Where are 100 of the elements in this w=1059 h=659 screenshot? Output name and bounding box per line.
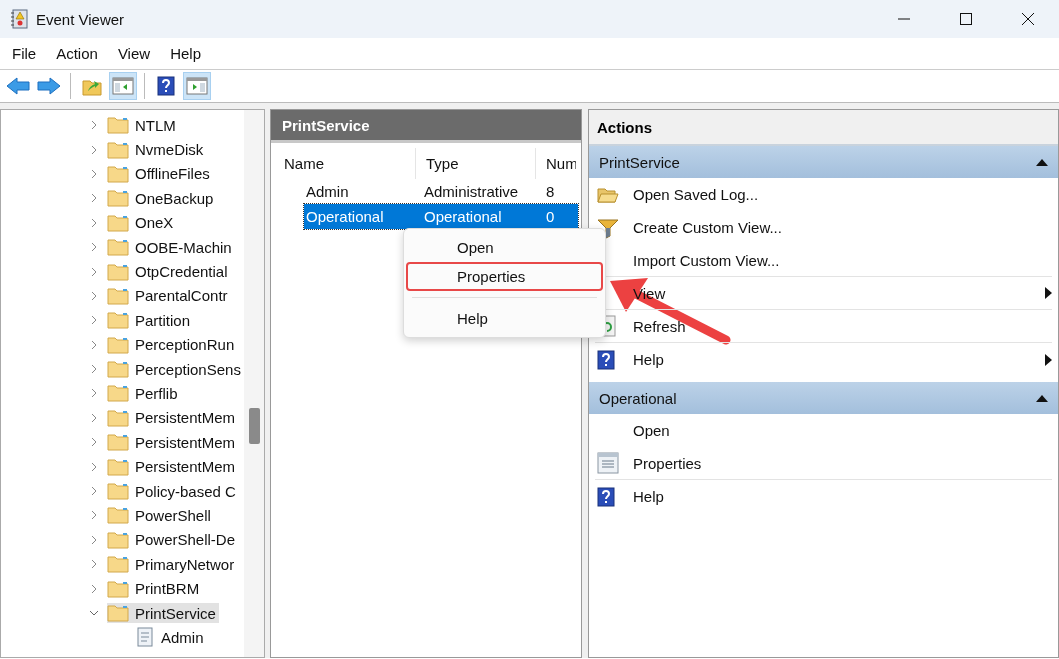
tree-item[interactable]: PerceptionSens — [107, 359, 244, 380]
back-arrow-icon — [6, 76, 30, 96]
tree-item[interactable]: PowerShell-De — [107, 529, 239, 550]
chevron-right-icon[interactable] — [91, 559, 97, 570]
action-link[interactable]: Create Custom View... — [633, 219, 1052, 236]
tree-item[interactable]: PersistentMem — [107, 407, 239, 428]
tree-item[interactable]: NTLM — [107, 115, 179, 136]
chevron-right-icon[interactable] — [91, 120, 97, 131]
folder-icon — [107, 140, 129, 159]
menu-item[interactable]: Properties — [406, 262, 603, 291]
tree-item-label: PrintBRM — [135, 580, 200, 598]
folder-icon — [107, 506, 129, 525]
column-header[interactable]: Num — [536, 148, 576, 179]
chevron-right-icon[interactable] — [91, 168, 97, 179]
folder-icon — [107, 555, 129, 574]
tree-item[interactable]: Partition — [107, 310, 194, 331]
tree-item[interactable]: OneBackup — [107, 188, 217, 209]
action-link[interactable]: Help — [633, 488, 1052, 505]
chevron-right-icon[interactable] — [91, 412, 97, 423]
forward-arrow-icon — [37, 76, 61, 96]
menu-item[interactable]: Open — [406, 233, 603, 262]
folder-icon — [107, 213, 129, 232]
tree-item-label: NvmeDisk — [135, 141, 204, 159]
section-header[interactable]: PrintService — [589, 146, 1058, 178]
folder-icon — [107, 408, 129, 427]
chevron-right-icon[interactable] — [91, 339, 97, 350]
chevron-right-icon[interactable] — [91, 364, 97, 375]
chevron-right-icon[interactable] — [91, 193, 97, 204]
tree-item[interactable]: OOBE-Machin — [107, 237, 235, 258]
pane-toggle-icon — [186, 76, 208, 96]
chevron-right-icon[interactable] — [91, 461, 97, 472]
tree-item[interactable]: NvmeDisk — [107, 139, 207, 160]
pane-header: Actions — [589, 110, 1058, 146]
tree-item[interactable]: PrimaryNetwor — [107, 554, 238, 575]
folder-icon — [107, 335, 129, 354]
chevron-right-icon[interactable] — [91, 242, 97, 253]
tree-item[interactable]: PersistentMem — [107, 432, 239, 453]
chevron-right-icon[interactable] — [91, 315, 97, 326]
folder-icon — [107, 433, 129, 452]
action-link[interactable]: Help — [633, 351, 1045, 368]
tree-item[interactable]: OtpCredential — [107, 261, 231, 282]
menu-item[interactable]: View — [109, 41, 159, 66]
tree-item-label: OfflineFiles — [135, 165, 210, 183]
chevron-right-icon[interactable] — [91, 583, 97, 594]
tree-item[interactable]: OneX — [107, 212, 177, 233]
chevron-down-icon[interactable] — [89, 610, 99, 616]
action-link[interactable]: Import Custom View... — [633, 251, 1052, 269]
chevron-right-icon[interactable] — [91, 534, 97, 545]
tree-item[interactable]: ParentalContr — [107, 285, 231, 306]
properties-icon — [597, 452, 619, 474]
folder-icon — [107, 457, 129, 476]
tree-item[interactable]: PowerShell — [107, 505, 214, 526]
chevron-right-icon[interactable] — [91, 388, 97, 399]
tree-item[interactable]: Perflib — [107, 383, 181, 404]
scrollbar-thumb[interactable] — [249, 408, 260, 444]
tree-item[interactable]: Admin — [135, 626, 207, 649]
tree-item-label: PrintService — [135, 604, 216, 622]
menu-item[interactable]: Help — [406, 304, 603, 333]
tree-item-label: OtpCredential — [135, 263, 228, 281]
tree-item-label: PowerShell-De — [135, 531, 236, 549]
column-header[interactable]: Name — [274, 148, 416, 179]
chevron-right-icon[interactable] — [91, 290, 97, 301]
folder-icon — [107, 530, 129, 549]
section-header[interactable]: Operational — [589, 382, 1058, 414]
action-link[interactable]: Open — [633, 422, 1052, 439]
chevron-right-icon[interactable] — [91, 437, 97, 448]
collapse-icon[interactable] — [1036, 394, 1048, 402]
menu-item[interactable]: File — [4, 41, 45, 66]
column-header[interactable]: Type — [416, 148, 536, 179]
tree-item[interactable]: Policy-based C — [107, 481, 239, 502]
folder-icon — [107, 238, 129, 257]
tree-item[interactable]: PerceptionRun — [107, 334, 238, 355]
scrollbar[interactable] — [244, 110, 264, 657]
tree-item-label: OneX — [135, 214, 174, 232]
minimize-icon — [898, 18, 910, 20]
tree-item[interactable]: PersistentMem — [107, 456, 239, 477]
pane-toggle-icon — [112, 76, 134, 96]
help-icon — [157, 76, 175, 96]
chevron-right-icon[interactable] — [91, 510, 97, 521]
action-link[interactable]: Properties — [633, 454, 1052, 472]
tree-item[interactable]: PrintBRM — [107, 578, 203, 599]
folder-icon — [107, 311, 129, 330]
chevron-right-icon[interactable] — [91, 266, 97, 277]
chevron-right-icon[interactable] — [91, 144, 97, 155]
chevron-right-icon[interactable] — [91, 486, 97, 497]
tree-item-label: Admin — [161, 628, 204, 646]
action-link[interactable]: Refresh — [633, 317, 1052, 335]
collapse-icon[interactable] — [1036, 158, 1048, 166]
chevron-right-icon[interactable] — [91, 217, 97, 228]
action-link[interactable]: Open Saved Log... — [633, 186, 1052, 203]
close-icon — [1022, 13, 1034, 25]
folder-icon — [107, 286, 129, 305]
menu-item[interactable]: Action — [48, 41, 106, 66]
tree-item-label: ParentalContr — [135, 287, 228, 305]
log-row[interactable]: Operational Operational 0 — [304, 204, 578, 229]
log-row[interactable]: Admin Administrative 8 — [304, 179, 578, 204]
tree-item[interactable]: OfflineFiles — [107, 163, 213, 184]
menu-item[interactable]: Help — [162, 41, 209, 66]
tree-item[interactable]: PrintService — [107, 603, 219, 623]
folder-icon — [107, 360, 129, 379]
